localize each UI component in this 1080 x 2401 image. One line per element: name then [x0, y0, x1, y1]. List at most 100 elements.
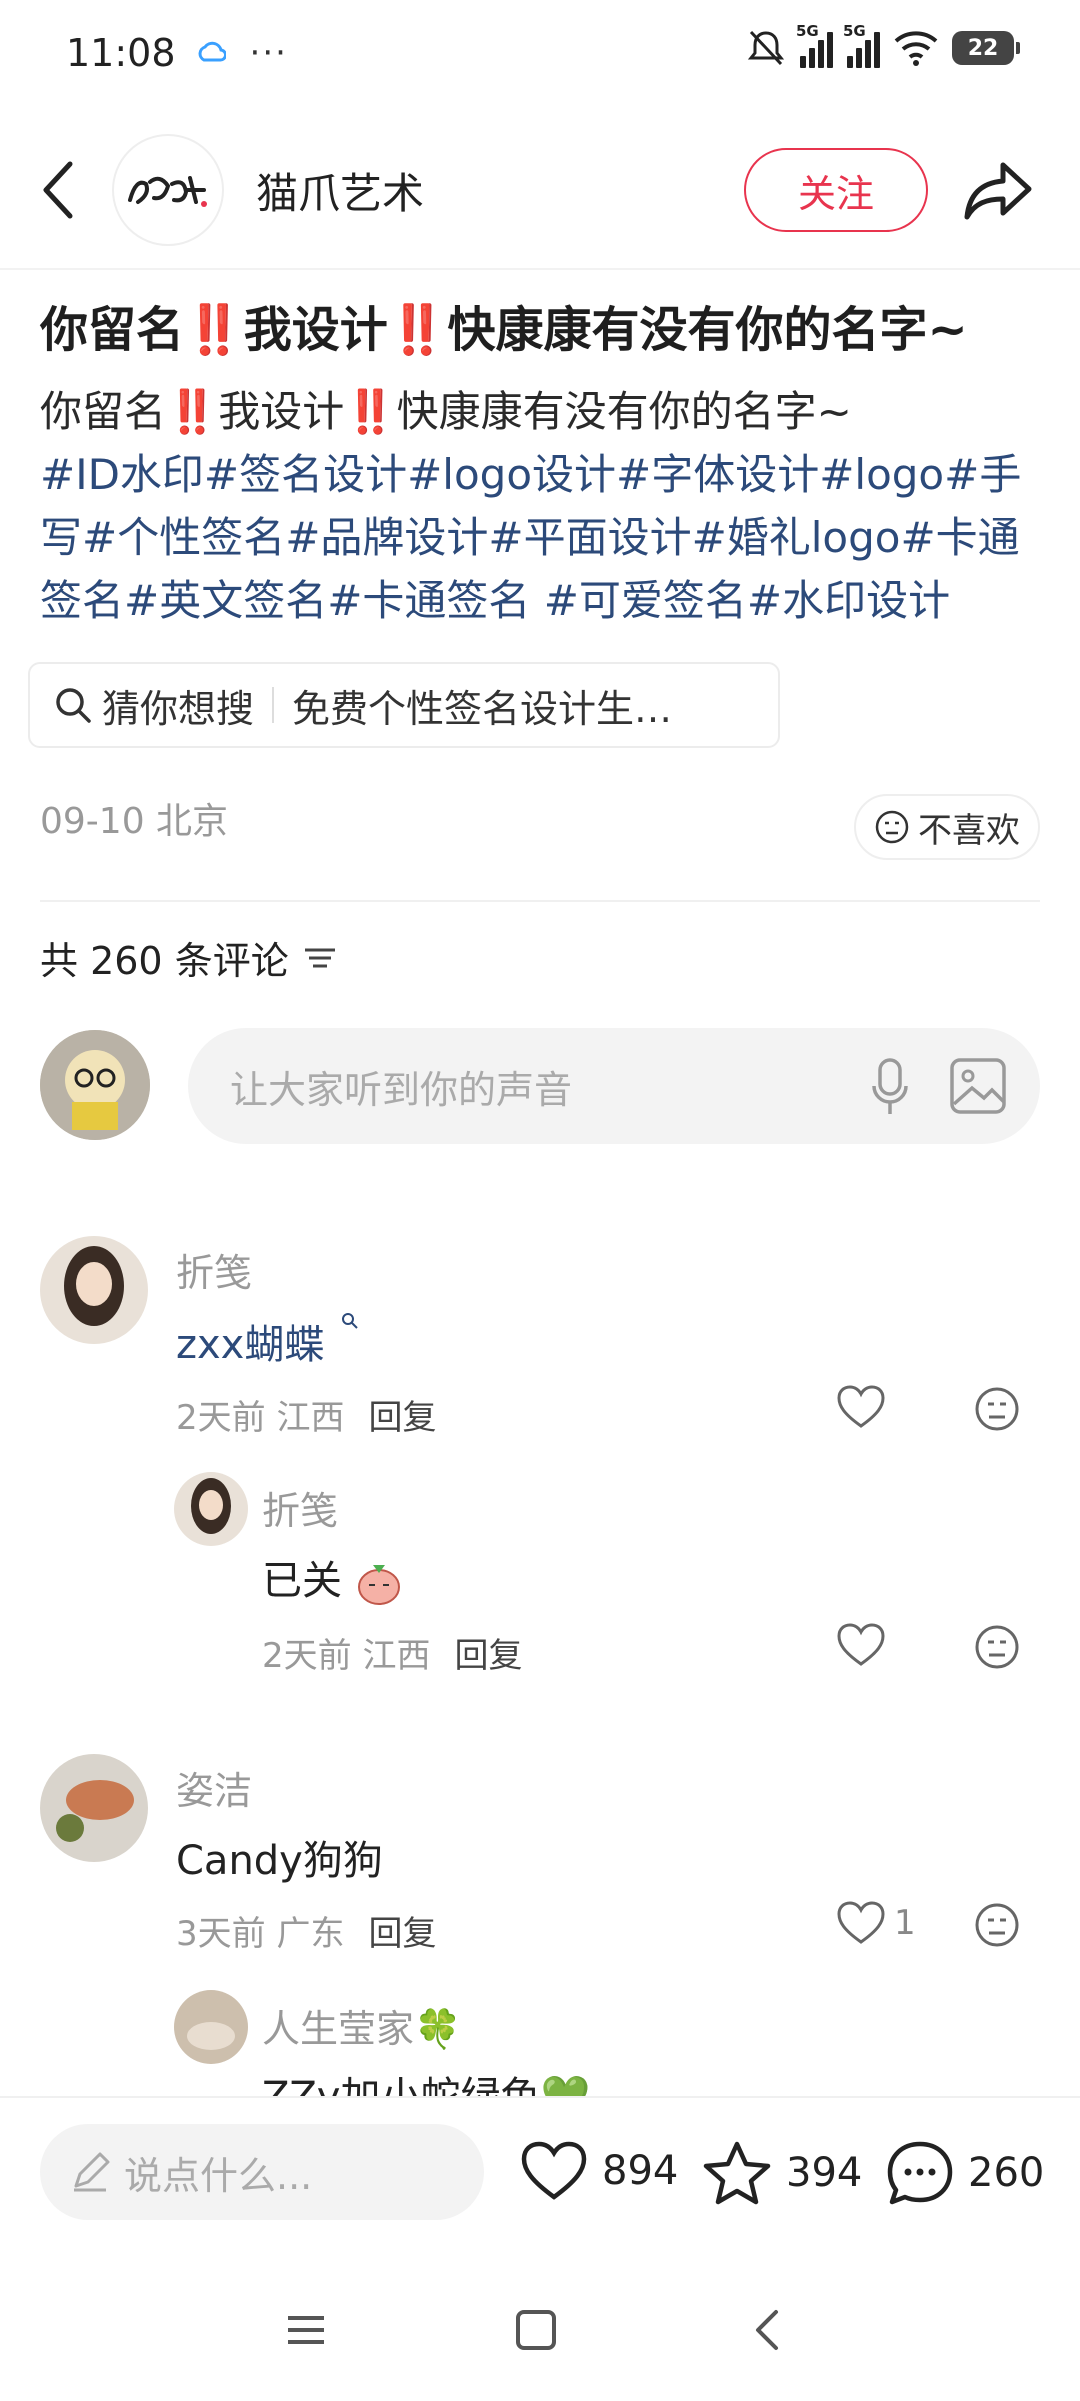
divider: [40, 900, 1040, 902]
bottom-action-bar: 说点什么... 894 394 260: [0, 2098, 1080, 2248]
comment-like-button[interactable]: [836, 1622, 886, 1668]
collect-button[interactable]: 394: [702, 2140, 862, 2206]
collect-count: 394: [786, 2150, 863, 2196]
status-icons: 5G 5G 22: [746, 22, 1020, 68]
post-title: 你留名‼️我设计‼️快康康有没有你的名字~: [40, 302, 968, 358]
like-button[interactable]: 894: [520, 2140, 678, 2202]
reply-button[interactable]: 回复: [368, 1390, 436, 1439]
comment-meta: 2天前 江西 回复: [262, 1628, 522, 1677]
comment-input-placeholder: 让大家听到你的声音: [230, 1067, 573, 1112]
avatar-image: [40, 1236, 148, 1344]
avatar-image: [174, 1472, 248, 1546]
commenter-avatar[interactable]: [174, 1990, 248, 2064]
wifi-icon: [894, 31, 938, 66]
sort-icon: [304, 948, 335, 967]
brand-logo-icon: [128, 176, 207, 207]
neutral-face-icon: [875, 810, 909, 844]
comment-total: 260: [968, 2150, 1045, 2196]
say-something-input[interactable]: 说点什么...: [40, 2124, 484, 2220]
comment-dislike-button[interactable]: [974, 1624, 1020, 1674]
comment-count: 共 260 条评论: [40, 939, 289, 983]
search-icon: [56, 688, 91, 723]
divider: [272, 687, 275, 723]
network-type: 5G: [843, 22, 866, 40]
signal-icon: 5G: [796, 22, 833, 68]
avatar-image: [40, 1030, 150, 1140]
commenter-name[interactable]: 折笺: [176, 1242, 252, 1297]
back-button[interactable]: [30, 158, 86, 222]
commenter-name[interactable]: 折笺: [262, 1480, 338, 1535]
comment-meta: 3天前 广东 回复: [176, 1906, 436, 1955]
commenter-avatar[interactable]: [40, 1754, 148, 1862]
post-header: 猫爪艺术 关注: [0, 130, 1080, 250]
comment-text[interactable]: 已关: [262, 1548, 403, 1607]
commenter-avatar[interactable]: [174, 1472, 248, 1546]
my-avatar[interactable]: [40, 1030, 150, 1140]
like-count: 894: [602, 2148, 679, 2194]
menu-icon[interactable]: [284, 2308, 328, 2352]
battery-indicator: 22: [952, 31, 1020, 65]
comment-time-location: 2天前 江西: [262, 1636, 431, 1676]
neutral-face-icon: [975, 1625, 1019, 1669]
post-body: 你留名‼️我设计‼️快康康有没有你的名字~ #ID水印#签名设计#logo设计#…: [40, 380, 1050, 632]
avatar-image: [40, 1754, 148, 1862]
status-bar: 11:08 ··· 5G 5G 22: [0, 0, 1080, 105]
heart-icon: [837, 1901, 885, 1944]
share-icon: [964, 162, 1032, 220]
avatar-image: [174, 1990, 248, 2064]
author-name[interactable]: 猫爪艺术: [256, 160, 424, 221]
search-mini-icon: [342, 1313, 358, 1329]
suggested-search[interactable]: 猜你想搜 免费个性签名设计生…: [28, 662, 780, 748]
home-icon[interactable]: [514, 2308, 558, 2352]
dislike-post-button[interactable]: 不喜欢: [854, 794, 1040, 860]
cloud-sync-icon: [198, 41, 226, 61]
comment-dislike-button[interactable]: [974, 1902, 1020, 1952]
reply-button[interactable]: 回复: [368, 1906, 436, 1955]
comment-text[interactable]: zxx蝴蝶: [176, 1312, 359, 1370]
search-label: 猜你想搜: [102, 686, 255, 731]
post-text: 你留名‼️我设计‼️快康康有没有你的名字~: [40, 387, 852, 436]
comment-like-button[interactable]: [836, 1384, 886, 1430]
comment-button[interactable]: 260: [886, 2140, 1044, 2206]
status-time: 11:08: [66, 30, 176, 75]
follow-button[interactable]: 关注: [744, 148, 928, 232]
comment-input[interactable]: 让大家听到你的声音: [188, 1028, 1040, 1144]
say-placeholder: 说点什么...: [124, 2153, 313, 2198]
commenter-avatar[interactable]: [40, 1236, 148, 1344]
comment-meta: 2天前 江西 回复: [176, 1390, 436, 1439]
network-type: 5G: [796, 22, 819, 40]
post-tags[interactable]: #ID水印#签名设计#logo设计#字体设计#logo#手写#个性签名#品牌设计…: [40, 443, 1050, 632]
reply-button[interactable]: 回复: [454, 1628, 522, 1677]
comment-text-value: zxx蝴蝶: [176, 1322, 325, 1368]
heart-icon: [837, 1623, 885, 1666]
heart-icon: [521, 2141, 587, 2200]
pencil-icon: [74, 2152, 110, 2192]
comment-text-value: 已关: [262, 1558, 342, 1604]
comment-time-location: 3天前 广东: [176, 1914, 345, 1954]
comment-text[interactable]: Candy狗狗: [176, 1828, 383, 1886]
comment-bubble-icon: [887, 2141, 953, 2205]
more-dots-icon: ···: [249, 32, 288, 73]
heart-icon: [837, 1385, 885, 1428]
author-avatar[interactable]: [112, 134, 224, 246]
back-nav-icon[interactable]: [746, 2308, 790, 2352]
comment-count-header[interactable]: 共 260 条评论: [40, 930, 337, 985]
commenter-name[interactable]: 姿洁: [176, 1760, 252, 1815]
signal-icon: 5G: [843, 22, 880, 68]
neutral-face-icon: [975, 1387, 1019, 1431]
star-icon: [703, 2141, 771, 2205]
image-icon[interactable]: [948, 1056, 1008, 1116]
like-count: 1: [894, 1903, 916, 1943]
dislike-label: 不喜欢: [918, 810, 1020, 851]
divider: [0, 268, 1080, 270]
share-button[interactable]: [960, 154, 1036, 226]
sticker-icon: [357, 1565, 400, 1605]
commenter-name[interactable]: 人生莹家🍀: [262, 1998, 461, 2053]
mute-bell-icon: [747, 30, 785, 66]
comment-dislike-button[interactable]: [974, 1386, 1020, 1436]
neutral-face-icon: [975, 1903, 1019, 1947]
chevron-left-icon: [43, 161, 73, 219]
search-query: 免费个性签名设计生…: [292, 686, 673, 731]
microphone-icon[interactable]: [870, 1058, 910, 1116]
comment-like-button[interactable]: 1: [836, 1900, 916, 1946]
